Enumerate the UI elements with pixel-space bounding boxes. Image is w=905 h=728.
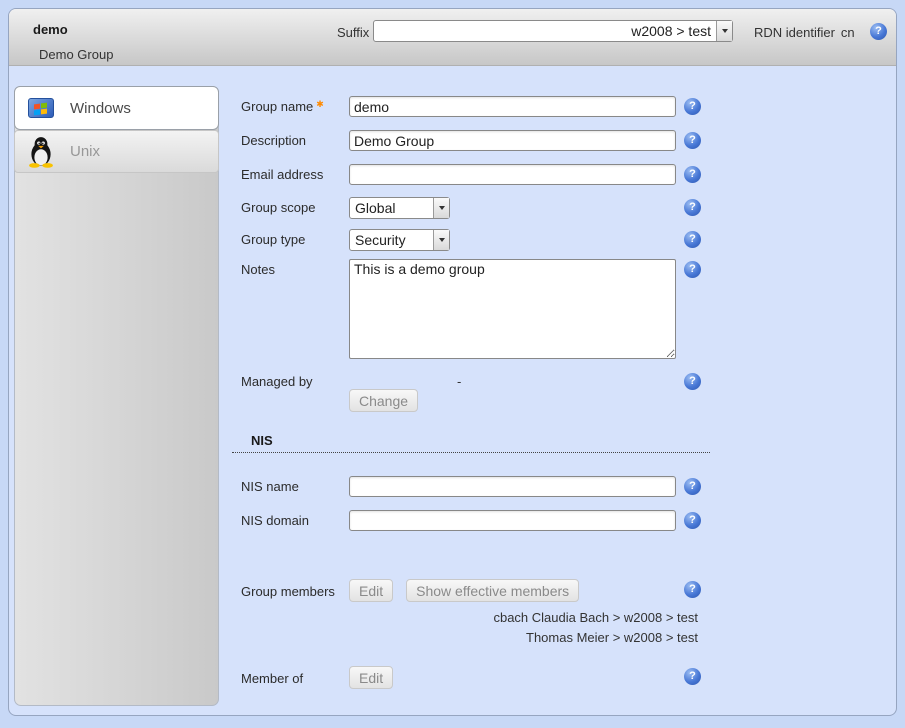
group-type-value: Security: [350, 232, 433, 248]
group-name-label: Group name✱: [241, 96, 349, 114]
group-scope-value: Global: [350, 200, 433, 216]
email-input[interactable]: [349, 164, 676, 185]
help-icon[interactable]: ?: [684, 581, 701, 598]
tab-windows[interactable]: Windows: [14, 86, 219, 130]
show-effective-members-button[interactable]: Show effective members: [406, 579, 579, 602]
rdn-label: RDN identifier: [754, 25, 835, 40]
member-of-label: Member of: [241, 666, 349, 686]
nis-section-title: NIS: [251, 433, 273, 448]
main-window: demo Demo Group Suffix w2008 > test RDN …: [8, 8, 897, 716]
description-input[interactable]: [349, 130, 676, 151]
suffix-label: Suffix: [337, 25, 369, 40]
description-label: Description: [241, 130, 349, 148]
tab-unix[interactable]: Unix: [14, 130, 219, 173]
suffix-selected-value: w2008 > test: [374, 23, 716, 39]
change-button[interactable]: Change: [349, 389, 418, 412]
member-of-row: Member of Edit ?: [241, 666, 701, 689]
group-scope-row: Group scope Global ?: [241, 197, 701, 219]
help-icon[interactable]: ?: [684, 478, 701, 495]
nis-domain-input[interactable]: [349, 510, 676, 531]
chevron-down-icon[interactable]: [433, 230, 449, 250]
group-member-item: cbach Claudia Bach > w2008 > test: [493, 608, 698, 628]
help-icon[interactable]: ?: [684, 98, 701, 115]
help-icon[interactable]: ?: [684, 668, 701, 685]
group-member-item: Thomas Meier > w2008 > test: [493, 628, 698, 648]
help-icon[interactable]: ?: [684, 231, 701, 248]
group-name-row: Group name✱ ?: [241, 96, 701, 117]
header: demo Demo Group Suffix w2008 > test RDN …: [9, 9, 896, 66]
group-name-input[interactable]: [349, 96, 676, 117]
managed-by-value: -: [457, 374, 461, 389]
help-icon[interactable]: ?: [684, 512, 701, 529]
nis-name-label: NIS name: [241, 476, 349, 494]
nis-name-row: NIS name ?: [241, 476, 701, 497]
group-type-select[interactable]: Security: [349, 229, 450, 251]
page-subtitle: Demo Group: [39, 47, 113, 62]
chevron-down-icon[interactable]: [716, 21, 732, 41]
description-row: Description ?: [241, 130, 701, 151]
tab-unix-label: Unix: [70, 143, 100, 160]
required-icon: ✱: [316, 99, 324, 109]
group-members-edit-button[interactable]: Edit: [349, 579, 393, 602]
email-label: Email address: [241, 164, 349, 182]
help-icon[interactable]: ?: [684, 261, 701, 278]
managed-by-row: Managed by - ?: [241, 371, 701, 389]
notes-textarea[interactable]: This is a demo group: [349, 259, 676, 359]
chevron-down-icon[interactable]: [433, 198, 449, 218]
notes-row: Notes This is a demo group ?: [241, 259, 701, 359]
member-of-edit-button[interactable]: Edit: [349, 666, 393, 689]
nis-section-header: NIS: [232, 432, 710, 453]
tab-windows-label: Windows: [70, 100, 131, 117]
help-icon[interactable]: ?: [684, 166, 701, 183]
group-members-list: cbach Claudia Bach > w2008 > test Thomas…: [493, 608, 698, 648]
help-icon[interactable]: ?: [684, 132, 701, 149]
email-row: Email address ?: [241, 164, 701, 185]
page-title: demo: [33, 22, 68, 37]
nis-domain-label: NIS domain: [241, 510, 349, 528]
help-icon[interactable]: ?: [684, 373, 701, 390]
group-members-row: Group members Edit Show effective member…: [241, 579, 701, 602]
suffix-select[interactable]: w2008 > test: [373, 20, 733, 42]
windows-logo-icon: [28, 98, 54, 118]
managed-by-label: Managed by: [241, 371, 349, 389]
nis-name-input[interactable]: [349, 476, 676, 497]
sidebar: Windows Unix: [14, 86, 219, 706]
group-type-label: Group type: [241, 229, 349, 247]
nis-domain-row: NIS domain ?: [241, 510, 701, 531]
rdn-value: cn: [841, 25, 855, 40]
group-type-row: Group type Security ?: [241, 229, 701, 251]
group-members-label: Group members: [241, 579, 349, 599]
notes-label: Notes: [241, 259, 349, 277]
group-scope-label: Group scope: [241, 197, 349, 215]
help-icon[interactable]: ?: [870, 23, 887, 40]
group-scope-select[interactable]: Global: [349, 197, 450, 219]
rdn-identifier: RDN identifier cn: [754, 25, 855, 40]
help-icon[interactable]: ?: [684, 199, 701, 216]
tux-penguin-icon: [28, 136, 54, 168]
